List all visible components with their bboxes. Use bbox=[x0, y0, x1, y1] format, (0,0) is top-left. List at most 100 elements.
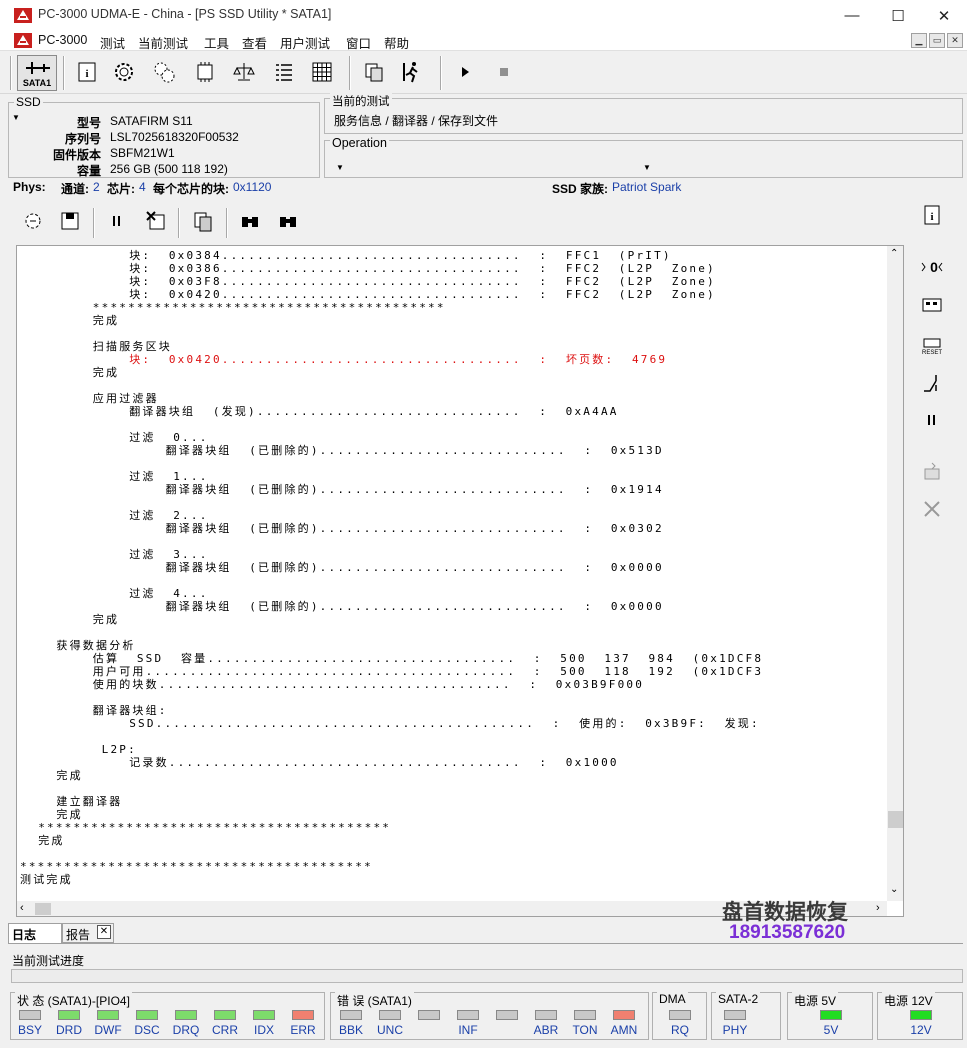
firmware-label: 固件版本 bbox=[52, 148, 101, 162]
family-label: SSD 家族: bbox=[552, 182, 609, 196]
sata2-phy-led bbox=[724, 1010, 746, 1020]
cog-icon[interactable] bbox=[110, 58, 138, 86]
status-led bbox=[574, 1010, 596, 1020]
power-12v-led bbox=[910, 1010, 932, 1020]
log-toolbar-separator bbox=[178, 208, 180, 238]
power-12v-panel: 电源 12V 12V bbox=[877, 992, 963, 1040]
side-info-icon[interactable]: i bbox=[917, 200, 947, 230]
mdi-minimize-button[interactable]: ▁ bbox=[911, 33, 927, 48]
log-line: 翻译器块组 (已删除的)............................… bbox=[165, 561, 664, 574]
hscroll-thumb[interactable] bbox=[35, 903, 51, 915]
operation-label: Operation bbox=[330, 136, 389, 150]
copy-log-icon[interactable] bbox=[189, 207, 217, 235]
menu-help[interactable]: 帮助 bbox=[384, 33, 409, 52]
minimize-button[interactable]: — bbox=[829, 0, 875, 31]
power-5v-title: 电源 5V bbox=[792, 992, 839, 1009]
disk-save-icon[interactable] bbox=[56, 207, 84, 235]
menu-test[interactable]: 测试 bbox=[100, 33, 125, 52]
capacity-label: 容量 bbox=[76, 164, 101, 178]
maximize-button[interactable]: ☐ bbox=[875, 0, 921, 31]
main-toolbar: SATA1 i bbox=[0, 52, 967, 94]
chip-icon[interactable] bbox=[191, 58, 219, 86]
stop-icon[interactable] bbox=[490, 58, 518, 86]
sata2-panel: SATA-2 PHY bbox=[711, 992, 781, 1040]
find-icon[interactable] bbox=[236, 207, 264, 235]
progress-label: 当前测试进度 bbox=[12, 954, 85, 968]
mdi-restore-button[interactable]: ▭ bbox=[929, 33, 945, 48]
menu-view[interactable]: 查看 bbox=[242, 33, 267, 52]
toolbar-separator bbox=[440, 56, 442, 90]
tab-report[interactable]: 报告 ✕ bbox=[62, 923, 114, 943]
status-led bbox=[58, 1010, 80, 1020]
mdi-close-button[interactable]: ✕ bbox=[947, 33, 963, 48]
status-led-label: DRD bbox=[56, 1023, 82, 1037]
operation-dropdown-arrow-right[interactable]: ▼ bbox=[643, 163, 651, 172]
model-value: SATAFIRM S11 bbox=[110, 114, 193, 128]
status-led bbox=[379, 1010, 401, 1020]
status-led-label: BBK bbox=[338, 1023, 363, 1037]
dma-panel-title: DMA bbox=[657, 992, 688, 1006]
scroll-down-icon[interactable]: ⌄ bbox=[890, 884, 898, 895]
phys-label: Phys: bbox=[13, 180, 46, 194]
status-led bbox=[175, 1010, 197, 1020]
side-reset-icon[interactable]: RESET bbox=[917, 330, 947, 360]
sata1-port-button[interactable]: SATA1 bbox=[17, 55, 57, 91]
play-icon[interactable] bbox=[451, 58, 479, 86]
toolbar-separator bbox=[10, 56, 12, 90]
scroll-left-icon[interactable]: ‹ bbox=[20, 902, 24, 914]
walk-icon[interactable] bbox=[398, 58, 426, 86]
pause-icon[interactable] bbox=[103, 207, 131, 235]
current-test-path: 服务信息 / 翻译器 / 保存到文件 bbox=[334, 114, 499, 128]
copy-icon[interactable] bbox=[360, 58, 388, 86]
log-line: 块: 0x0386...............................… bbox=[129, 262, 716, 275]
menu-user-test[interactable]: 用户测试 bbox=[280, 33, 330, 52]
find-next-icon[interactable] bbox=[274, 207, 302, 235]
log-line: 过滤 2... bbox=[129, 509, 209, 522]
svg-text:RESET: RESET bbox=[922, 350, 942, 356]
log-line: SSD.....................................… bbox=[129, 717, 760, 730]
cogs-icon[interactable] bbox=[150, 58, 178, 86]
log-line: 完成 bbox=[56, 808, 83, 821]
close-button[interactable]: ✕ bbox=[921, 0, 967, 31]
log-line: 过滤 1... bbox=[129, 470, 209, 483]
menu-tools[interactable]: 工具 bbox=[204, 33, 229, 52]
pc3000-menu-icon[interactable] bbox=[14, 33, 32, 48]
status-led-label: ERR bbox=[290, 1023, 316, 1037]
clear-log-icon[interactable] bbox=[142, 207, 170, 235]
operation-dropdown-arrow-left[interactable]: ▼ bbox=[336, 163, 344, 172]
dma-rq-led bbox=[669, 1010, 691, 1020]
log-line: 记录数.....................................… bbox=[129, 756, 619, 769]
scroll-right-icon[interactable]: › bbox=[876, 902, 880, 914]
menu-pc3000[interactable]: PC-3000 bbox=[38, 33, 87, 47]
log-panel[interactable]: 块: 0x0384...............................… bbox=[16, 245, 904, 917]
side-board-icon[interactable] bbox=[917, 290, 947, 320]
port-icon bbox=[26, 62, 50, 74]
tab-log[interactable]: 日志 bbox=[8, 923, 62, 943]
scroll-up-icon[interactable]: ⌃ bbox=[890, 248, 898, 259]
scales-icon[interactable] bbox=[230, 58, 258, 86]
log-line: 扫描服务区块 bbox=[92, 340, 172, 353]
grid-icon[interactable] bbox=[308, 58, 336, 86]
title-bar[interactable]: PC-3000 UDMA-E - China - [PS SSD Utility… bbox=[0, 0, 967, 31]
capacity-value: 256 GB (500 118 192) bbox=[110, 162, 228, 176]
log-line: **************************************** bbox=[20, 860, 373, 873]
gear-save-icon[interactable] bbox=[19, 207, 47, 235]
side-switch-icon[interactable] bbox=[917, 368, 947, 398]
side-pause-icon[interactable] bbox=[917, 405, 947, 435]
log-line: 测试完成 bbox=[20, 873, 73, 886]
log-line: 翻译器块组: bbox=[92, 704, 168, 717]
info-icon[interactable]: i bbox=[73, 58, 101, 86]
status-led bbox=[136, 1010, 158, 1020]
status-led bbox=[418, 1010, 440, 1020]
side-zero-icon[interactable]: 0 bbox=[917, 252, 947, 282]
list-icon[interactable] bbox=[270, 58, 298, 86]
log-line: 块: 0x0420...............................… bbox=[129, 353, 668, 366]
operation-group: Operation ▼ ▼ bbox=[324, 136, 963, 178]
scroll-thumb[interactable] bbox=[888, 811, 903, 828]
menu-window[interactable]: 窗口 bbox=[346, 33, 371, 52]
state-panel: 状 态 (SATA1)-[PIO4] BSY DRD DWF DSC DRQ CRR IDX… bbox=[10, 992, 325, 1040]
chips-label: 芯片: bbox=[107, 182, 135, 196]
close-tab-icon[interactable]: ✕ bbox=[97, 925, 111, 939]
menu-current-test[interactable]: 当前测试 bbox=[138, 33, 188, 52]
log-vertical-scrollbar[interactable]: ⌃ ⌄ bbox=[887, 246, 903, 901]
